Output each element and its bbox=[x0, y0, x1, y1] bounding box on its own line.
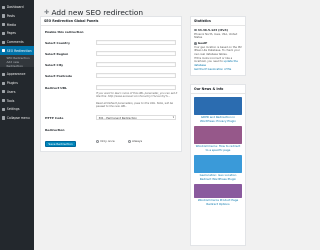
wrench-icon bbox=[2, 98, 6, 103]
sidebar-item-posts[interactable]: Posts bbox=[0, 12, 34, 21]
sidebar-collapse-menu[interactable]: Collapse menu bbox=[0, 114, 34, 123]
country-input[interactable] bbox=[96, 40, 176, 45]
radio-selected-icon bbox=[127, 139, 131, 143]
comment-icon bbox=[2, 40, 6, 44]
redirection-form-panel: SEO Redirection Global Panels Enable thi… bbox=[40, 16, 182, 152]
sidebar-item-settings[interactable]: Settings bbox=[0, 105, 34, 114]
city-label: Select City bbox=[45, 63, 64, 67]
sidebar-item-dashboard[interactable]: Dashboard bbox=[0, 3, 34, 12]
plus-icon: ✚ bbox=[44, 8, 50, 16]
location-pin-icon bbox=[194, 42, 197, 45]
sidebar-item-users[interactable]: Users bbox=[0, 88, 34, 97]
news-panel: Our News & Info GDPR and Redirection in … bbox=[190, 84, 246, 246]
geolocation-file-link[interactable]: Get the IP Geolocation of file bbox=[191, 67, 245, 71]
news-thumbnail bbox=[194, 155, 242, 173]
sidebar-item-tools[interactable]: Tools bbox=[0, 96, 34, 105]
sidebar-item-appearance[interactable]: Appearance bbox=[0, 70, 34, 79]
http-code-select[interactable]: 301 - Permanent Redirection ▾ bbox=[96, 115, 176, 120]
sidebar-item-media[interactable]: Media bbox=[0, 20, 34, 29]
sidebar-item-pages[interactable]: Pages bbox=[0, 29, 34, 38]
statistics-header: Statistics bbox=[191, 17, 245, 26]
geo-note-2: If this looks incorrect or like a localh… bbox=[194, 57, 238, 67]
main-content: ✚ Add new SEO redirection SEO Redirectio… bbox=[34, 0, 250, 250]
postcode-input[interactable] bbox=[96, 73, 176, 78]
redirection-radio-group: Only once Always bbox=[96, 128, 150, 147]
news-thumbnail bbox=[194, 126, 242, 144]
sidebar-item-comments[interactable]: Comments bbox=[0, 38, 34, 47]
enable-label: Enable this redirection bbox=[45, 30, 84, 34]
geo-note: Your geo location is based on the IP2 IP… bbox=[194, 46, 242, 56]
redirect-url-input[interactable] bbox=[96, 85, 176, 90]
news-card-title[interactable]: GDPR and Redirection in WordPress: Priva… bbox=[194, 115, 242, 123]
always-radio[interactable]: Always bbox=[127, 139, 142, 143]
region-label: Select Region bbox=[45, 52, 69, 56]
statistics-panel: Statistics 44.36.5.123 (IPv4) Phoenix No… bbox=[190, 16, 246, 76]
save-redirection-button[interactable]: Save Redirection bbox=[45, 141, 77, 147]
globe-icon bbox=[194, 28, 197, 32]
sidebar-item-seo-redirection[interactable]: SEO Redirection bbox=[0, 46, 34, 56]
news-card[interactable]: WooCommerce: How to redirect to a specif… bbox=[194, 126, 242, 152]
only-once-radio[interactable]: Only once bbox=[96, 139, 115, 143]
location-text: Phoenix North, Iowa, USA, United States bbox=[194, 32, 238, 40]
chevron-down-icon: ▾ bbox=[172, 116, 174, 119]
media-icon bbox=[2, 23, 6, 27]
brush-icon bbox=[2, 72, 6, 77]
pin-icon bbox=[2, 14, 6, 18]
redirect-help-text: If you want to learn more of this URL pa… bbox=[96, 92, 178, 99]
collapse-icon bbox=[2, 116, 6, 120]
news-header: Our News & Info bbox=[191, 85, 245, 94]
redirect-help-text-2: Read all Default parameters, pass to thi… bbox=[96, 102, 173, 109]
ip-line: 44.36.5.123 (IPv4) bbox=[191, 26, 245, 33]
news-card-title[interactable]: WooCommerce: How to redirect to a specif… bbox=[194, 144, 242, 152]
admin-sidebar: Dashboard Posts Media Pages Comments SEO… bbox=[0, 0, 34, 250]
dashboard-icon bbox=[2, 5, 6, 9]
region-input[interactable] bbox=[96, 51, 176, 56]
http-code-label: HTTP Code bbox=[45, 116, 64, 120]
settings-icon bbox=[2, 107, 6, 111]
redirect-url-label: Redirect URL bbox=[45, 86, 67, 90]
news-card[interactable]: WooCommerce Product Page Redirect Option… bbox=[194, 184, 242, 206]
radio-icon bbox=[96, 139, 99, 143]
redirect-icon bbox=[2, 49, 6, 53]
news-card-title[interactable]: Geolocation: Geo Location Redirect WordP… bbox=[194, 173, 242, 181]
news-card[interactable]: GDPR and Redirection in WordPress: Priva… bbox=[194, 97, 242, 123]
postcode-label: Select Postcode bbox=[45, 74, 73, 78]
plugin-icon bbox=[2, 81, 6, 85]
sidebar-item-plugins[interactable]: Plugins bbox=[0, 79, 34, 88]
redirection-label: Redirection bbox=[45, 128, 65, 132]
news-card[interactable]: Geolocation: Geo Location Redirect WordP… bbox=[194, 155, 242, 181]
city-input[interactable] bbox=[96, 62, 176, 67]
form-panel-header: SEO Redirection Global Panels bbox=[41, 17, 181, 26]
wp-admin-app: Dashboard Posts Media Pages Comments SEO… bbox=[0, 0, 250, 250]
news-thumbnail bbox=[194, 184, 242, 198]
news-thumbnail bbox=[194, 97, 242, 115]
country-label: Select Country bbox=[45, 41, 70, 45]
user-icon bbox=[2, 90, 6, 94]
news-card-title[interactable]: WooCommerce Product Page Redirect Option… bbox=[194, 198, 242, 206]
page-icon bbox=[2, 31, 6, 35]
